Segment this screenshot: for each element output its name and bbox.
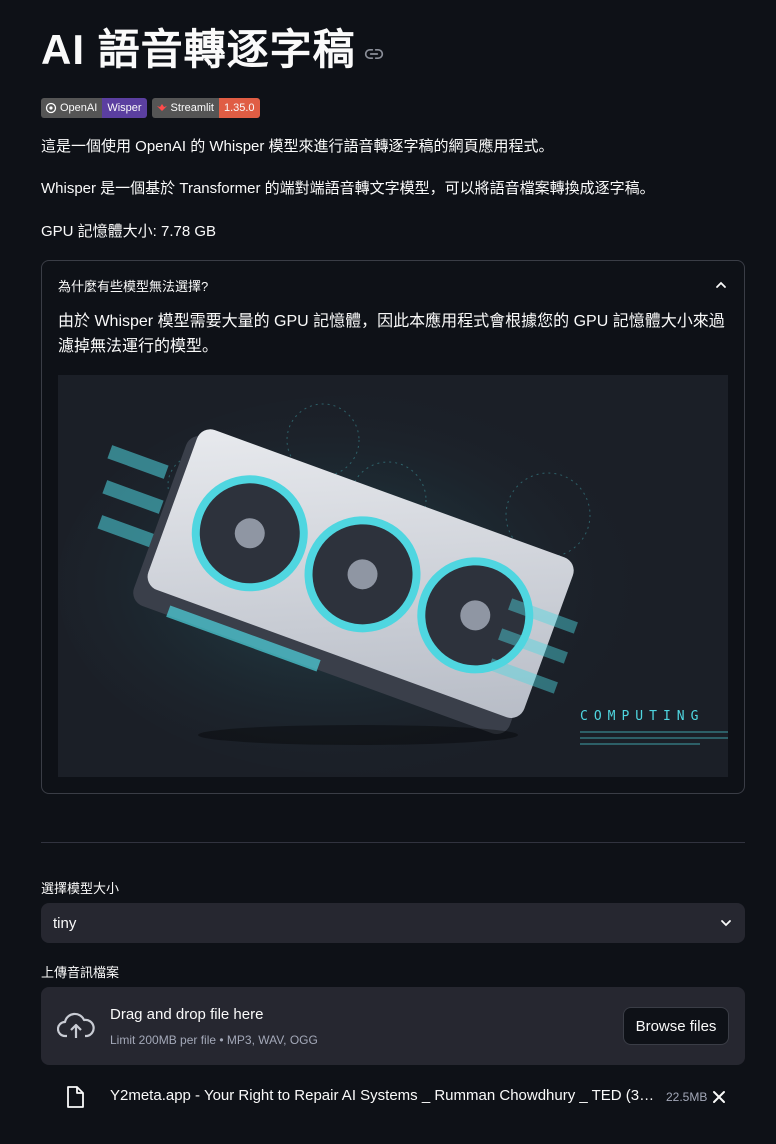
intro-text-1: 這是一個使用 OpenAI 的 Whisper 模型來進行語音轉逐字稿的網頁應用… — [41, 138, 554, 155]
upload-limit-text: Limit 200MB per file • MP3, WAV, OGG — [110, 1033, 318, 1047]
file-uploader-dropzone[interactable]: Drag and drop file here Limit 200MB per … — [41, 987, 745, 1065]
uploaded-file-row: Y2meta.app - Your Right to Repair AI Sys… — [41, 1082, 745, 1112]
expander-title: 為什麼有些模型無法選擇? — [58, 278, 209, 294]
model-info-expander: 為什麼有些模型無法選擇? 由於 Whisper 模型需要大量的 GPU 記憶體，… — [41, 260, 745, 794]
streamlit-icon — [156, 102, 168, 114]
drop-text: Drag and drop file here — [110, 1006, 264, 1023]
browse-files-button[interactable]: Browse files — [623, 1007, 729, 1045]
openai-icon — [45, 102, 57, 114]
cloud-upload-icon — [56, 1011, 95, 1041]
close-icon[interactable] — [711, 1089, 727, 1105]
chevron-down-icon — [719, 916, 733, 930]
computing-caption: COMPUTING — [580, 709, 705, 724]
model-select-value: tiny — [53, 914, 77, 932]
openai-badge[interactable]: OpenAI Wisper — [41, 98, 147, 118]
gpu-memory-text: GPU 記憶體大小: 7.78 GB — [41, 223, 217, 240]
badges: OpenAI Wisper Streamlit 1.35.0 — [41, 98, 260, 118]
chevron-up-icon — [714, 278, 728, 292]
uploaded-file-name: Y2meta.app - Your Right to Repair AI Sys… — [110, 1087, 660, 1104]
model-size-select[interactable]: tiny — [41, 903, 745, 943]
link-icon[interactable] — [364, 44, 384, 64]
intro-text-2: Whisper 是一個基於 Transformer 的端對端語音轉文字模型，可以… — [41, 180, 655, 197]
page-title: AI 語音轉逐字稿 — [41, 26, 356, 73]
expander-header[interactable]: 為什麼有些模型無法選擇? — [58, 275, 728, 295]
streamlit-badge[interactable]: Streamlit 1.35.0 — [151, 98, 260, 118]
badge-value: 1.35.0 — [218, 98, 260, 118]
section-divider — [41, 842, 745, 843]
title-row: AI 語音轉逐字稿 — [41, 26, 384, 74]
badge-value: Wisper — [102, 98, 147, 118]
file-icon — [65, 1085, 85, 1109]
gpu-illustration: COMPUTING — [58, 375, 728, 777]
uploader-label: 上傳音訊檔案 — [41, 965, 120, 980]
badge-label: Streamlit — [170, 102, 214, 114]
expander-body: 由於 Whisper 模型需要大量的 GPU 記憶體，因此本應用程式會根據您的 … — [58, 313, 725, 355]
model-select-label: 選擇模型大小 — [41, 881, 120, 896]
uploaded-file-size: 22.5MB — [666, 1090, 708, 1104]
badge-label: OpenAI — [60, 102, 98, 114]
